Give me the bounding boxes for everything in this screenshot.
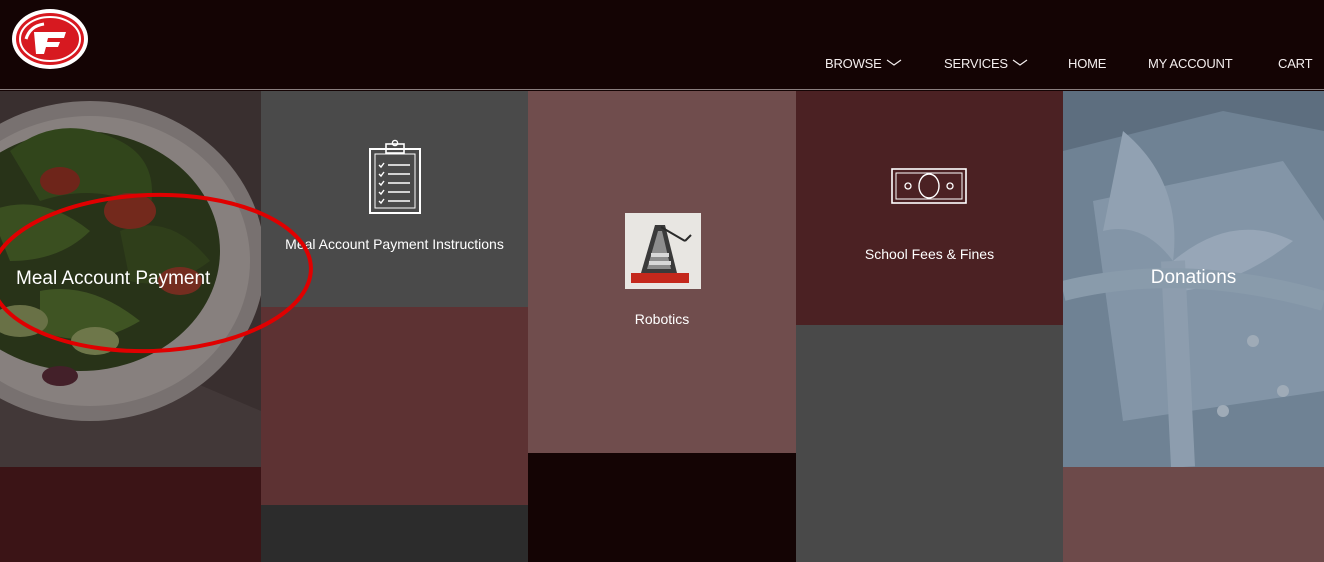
site-header: BROWSE SERVICES HOME MY ACCOUNT CART xyxy=(0,0,1324,90)
nav-cart-label: CART xyxy=(1278,55,1313,71)
category-grid: Meal Account Payment Meal Account Paymen… xyxy=(0,91,1324,562)
tile-blank xyxy=(0,467,261,562)
tile-robotics[interactable]: Robotics xyxy=(528,91,796,453)
tile-school-fees-fines[interactable]: School Fees & Fines xyxy=(796,91,1063,325)
nav-home-label: HOME xyxy=(1068,55,1107,71)
nav-browse[interactable]: BROWSE xyxy=(825,56,902,71)
clipboard-checklist-icon xyxy=(369,139,421,214)
nav-cart[interactable]: CART xyxy=(1278,55,1313,71)
tile-meal-account-payment-label: Meal Account Payment xyxy=(16,268,211,289)
nav-services[interactable]: SERVICES xyxy=(944,56,1028,71)
nav-services-label: SERVICES xyxy=(944,55,1008,71)
robotics-thumbnail-image xyxy=(625,213,701,289)
nav-home[interactable]: HOME xyxy=(1068,56,1106,71)
tile-meal-account-payment[interactable]: Meal Account Payment xyxy=(0,91,261,467)
dollar-bill-icon xyxy=(891,168,967,204)
tile-blank xyxy=(261,307,528,505)
school-logo[interactable] xyxy=(10,6,90,72)
nav-browse-label: BROWSE xyxy=(825,55,882,71)
chevron-down-icon xyxy=(886,59,901,66)
tile-donations-label: Donations xyxy=(1150,267,1237,288)
tile-robotics-label: Robotics xyxy=(634,311,690,327)
nav-my-account-label: MY ACCOUNT xyxy=(1148,55,1233,71)
tile-meal-account-payment-instructions[interactable]: Meal Account Payment Instructions xyxy=(261,91,528,307)
tile-blank xyxy=(528,453,796,562)
nav-my-account[interactable]: MY ACCOUNT xyxy=(1148,55,1233,71)
tile-instructions-label: Meal Account Payment Instructions xyxy=(285,236,504,252)
tile-blank xyxy=(1063,467,1324,562)
tile-donations[interactable]: Donations xyxy=(1063,91,1324,467)
chevron-down-icon xyxy=(1012,59,1028,66)
tile-blank xyxy=(796,325,1063,562)
tile-blank xyxy=(261,505,528,562)
tile-school-fees-fines-label: School Fees & Fines xyxy=(864,246,995,262)
